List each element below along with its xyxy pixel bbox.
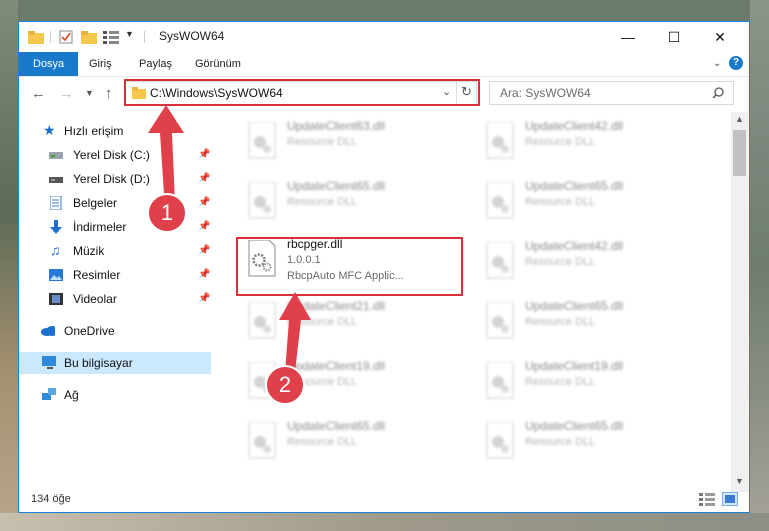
search-input[interactable]: Ara: SysWOW64 — [489, 81, 734, 105]
up-arrow-icon[interactable]: ↑ — [105, 85, 113, 102]
desktop-background-left — [0, 0, 18, 531]
dll-file-icon — [486, 422, 514, 459]
desktop-background-right — [750, 0, 769, 531]
address-bar-highlight — [124, 79, 480, 106]
search-icon — [712, 87, 724, 99]
properties-icon[interactable] — [59, 30, 73, 44]
window-title: SysWOW64 — [159, 29, 225, 43]
drive-icon — [49, 177, 63, 183]
documents-icon — [50, 196, 62, 210]
large-icons-view-icon[interactable] — [722, 492, 738, 506]
desktop-background-bottom — [0, 513, 769, 531]
list-item[interactable]: UpdateClient19.dll Resource DLL — [475, 358, 695, 408]
sidebar-item-videos[interactable]: Videolar 📌 — [19, 288, 211, 310]
scrollbar-thumb[interactable] — [733, 130, 746, 176]
list-item[interactable]: UpdateClient65.dll Resource DLL — [475, 178, 695, 228]
status-bar: 134 öğe — [19, 488, 749, 512]
list-item[interactable]: UpdateClient65.dll Resource DLL — [475, 298, 695, 348]
ribbon-tabs: Dosya Giriş Paylaş Görünüm ⌄ ? — [19, 52, 749, 77]
drive-icon — [49, 152, 63, 159]
minimize-button[interactable]: — — [605, 22, 651, 52]
dll-file-icon — [248, 422, 276, 459]
dll-file-icon — [248, 182, 276, 219]
list-item[interactable]: UpdateClient65.dll Resource DLL — [237, 418, 457, 468]
callout-number-2: 2 — [265, 365, 305, 405]
sidebar-item-network[interactable]: Ağ — [19, 384, 211, 406]
dll-file-icon — [486, 302, 514, 339]
sidebar-item-onedrive[interactable]: OneDrive — [19, 320, 211, 342]
list-item[interactable]: UpdateClient65.dll Resource DLL — [475, 418, 695, 468]
tab-file[interactable]: Dosya — [19, 52, 79, 76]
maximize-button[interactable]: ☐ — [651, 22, 697, 52]
pictures-icon — [49, 269, 63, 281]
scroll-up-arrow-icon[interactable]: ▲ — [731, 114, 748, 124]
callout-number-1: 1 — [147, 193, 187, 233]
videos-icon — [49, 293, 63, 305]
new-folder-icon[interactable] — [81, 30, 97, 44]
pin-icon[interactable]: 📌 — [198, 288, 210, 310]
computer-icon — [42, 356, 56, 369]
close-button[interactable]: ✕ — [697, 22, 743, 52]
pin-icon[interactable]: 📌 — [198, 264, 210, 286]
search-placeholder: Ara: SysWOW64 — [500, 86, 591, 100]
star-icon: ★ — [43, 122, 56, 138]
list-item[interactable]: UpdateClient42.dll Resource DLL — [475, 118, 695, 168]
item-count: 134 öğe — [31, 493, 71, 505]
recent-locations-chevron-icon[interactable]: ▼ — [85, 88, 94, 98]
list-item[interactable]: UpdateClient63.dll Resource DLL — [237, 118, 457, 168]
tab-share[interactable]: Paylaş — [139, 52, 172, 76]
expand-ribbon-icon[interactable]: ⌄ — [713, 58, 721, 69]
tab-home[interactable]: Giriş — [89, 52, 112, 76]
list-item[interactable]: UpdateClient65.dll Resource DLL — [237, 178, 457, 228]
downloads-icon — [50, 220, 62, 234]
cloud-icon — [41, 326, 55, 336]
scroll-down-arrow-icon[interactable]: ▼ — [731, 476, 748, 486]
music-icon: ♫ — [50, 242, 61, 258]
dll-file-icon — [486, 122, 514, 159]
back-arrow-icon[interactable]: ← — [31, 85, 46, 102]
quick-access-toolbar-dropdown-icon[interactable]: ▼ — [125, 29, 134, 39]
dll-file-icon — [486, 182, 514, 219]
list-item[interactable]: UpdateClient42.dll Resource DLL — [475, 238, 695, 288]
help-button[interactable]: ? — [729, 56, 743, 70]
details-view-icon[interactable] — [699, 492, 715, 506]
tab-view[interactable]: Görünüm — [195, 52, 241, 76]
vertical-scrollbar[interactable]: ▲ ▼ — [731, 112, 748, 492]
file-highlight — [236, 237, 463, 296]
network-icon — [42, 388, 56, 400]
forward-arrow-icon[interactable]: → — [59, 85, 74, 102]
folder-icon — [28, 31, 44, 44]
sidebar-item-this-pc[interactable]: Bu bilgisayar — [19, 352, 211, 374]
dll-file-icon — [248, 122, 276, 159]
view-options-icon[interactable] — [103, 30, 119, 44]
sidebar-item-pictures[interactable]: Resimler 📌 — [19, 264, 211, 286]
dll-file-icon — [486, 242, 514, 279]
title-bar: ▼ SysWOW64 — ☐ ✕ — [19, 22, 749, 52]
dll-file-icon — [486, 362, 514, 399]
